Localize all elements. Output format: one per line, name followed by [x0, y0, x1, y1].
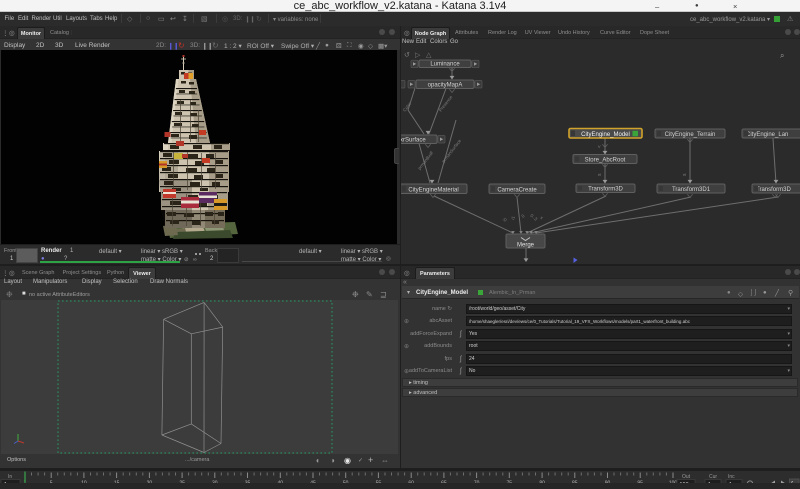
svg-text:CityEngine_Lan: CityEngine_Lan [746, 132, 788, 138]
svg-text:<: < [597, 145, 603, 148]
svg-text:s: s [682, 173, 688, 176]
svg-text:i0: i0 [502, 216, 508, 222]
svg-text:xrSurface: xrSurface [401, 137, 426, 143]
svg-text:Merge: Merge [517, 243, 535, 249]
svg-text:CameraCreate: CameraCreate [497, 187, 537, 193]
svg-text:Luminance: Luminance [430, 61, 460, 67]
svg-text:0..3: 0..3 [529, 213, 538, 222]
svg-text:CityEngineMaterial: CityEngineMaterial [408, 187, 458, 193]
svg-text:Transform3D1: Transform3D1 [672, 187, 711, 193]
svg-text:↺: ↺ [404, 52, 410, 59]
svg-text:s: s [597, 173, 603, 176]
svg-text:Color: Color [402, 101, 413, 113]
svg-text:x: x [539, 215, 545, 221]
svg-text:⌕: ⌕ [780, 51, 784, 60]
svg-text:i1: i1 [510, 215, 516, 220]
svg-text:0: 0 [520, 213, 526, 219]
svg-text:△: △ [426, 52, 432, 59]
svg-text:Transform3D: Transform3D [588, 186, 623, 192]
svg-text:CityEngine_Model: CityEngine_Model [581, 132, 630, 138]
svg-text:▷: ▷ [415, 52, 421, 59]
svg-text:CityEngine_Terrain: CityEngine_Terrain [665, 132, 716, 138]
svg-text:Transform3D: Transform3D [756, 187, 791, 193]
svg-text:opacityMapA: opacityMapA [428, 82, 463, 88]
svg-text:Store_AbcRoot: Store_AbcRoot [585, 157, 626, 163]
